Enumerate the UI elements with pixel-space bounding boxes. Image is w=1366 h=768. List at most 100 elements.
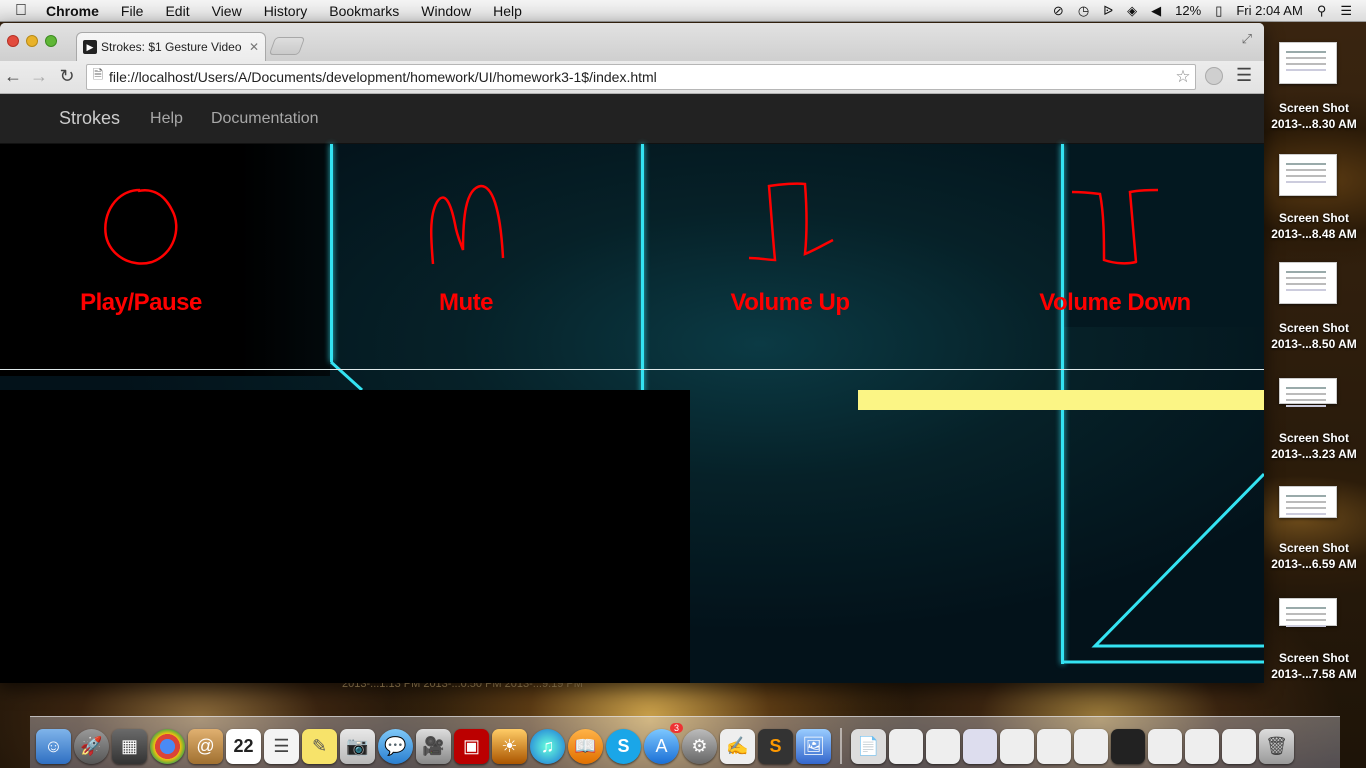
gesture-label-mute: Mute [439,289,494,316]
menu-window[interactable]: Window [410,3,482,19]
spotlight-search-icon[interactable]: ⚲ [1317,3,1327,19]
url-text[interactable]: file://localhost/Users/A/Documents/devel… [109,69,1171,85]
menu-edit[interactable]: Edit [154,3,200,19]
minimized-window-icon[interactable] [1074,729,1108,764]
browser-window: ▶ Strokes: $1 Gesture Video ✕ ⤢ ← → ↻ 🗎 … [0,23,1264,683]
system-preferences-icon[interactable]: ⚙ [682,729,717,764]
browser-toolbar: ← → ↻ 🗎 file://localhost/Users/A/Documen… [0,61,1264,94]
iphoto-icon[interactable]: ☀ [492,729,527,764]
minimized-window-icon[interactable] [1000,729,1034,764]
back-icon[interactable]: ← [2,66,24,87]
fullscreen-icon[interactable]: ⤢ [1242,31,1252,47]
mission-control-icon[interactable]: ▦ [112,729,147,764]
desktop-file-icon[interactable] [1278,42,1338,84]
app-store-icon[interactable]: A3 [644,723,683,764]
volume-icon[interactable]: ◀ [1151,3,1161,19]
mute-gesture-icon [429,184,505,265]
window-close-button[interactable] [7,35,19,47]
window-zoom-button[interactable] [45,35,57,47]
forward-icon[interactable]: → [28,66,50,87]
desktop-file-label[interactable]: Screen Shot 2013-...7.58 AM [1262,650,1366,682]
desktop-file-label[interactable]: Screen Shot 2013-...8.48 AM [1262,210,1366,242]
calendar-icon[interactable]: 22 [226,729,261,764]
window-minimize-button[interactable] [26,35,38,47]
battery-icon[interactable]: ▯ [1215,3,1222,19]
chrome-icon[interactable] [150,729,185,764]
volume-down-gesture-icon [1071,188,1159,265]
minimized-window-icon[interactable] [1111,729,1145,764]
gesture-label-volume-down: Volume Down [1039,289,1191,316]
nav-link-help[interactable]: Help [150,110,183,128]
menu-bookmarks[interactable]: Bookmarks [318,3,410,19]
desktop-file-label[interactable]: Screen Shot 2013-...3.23 AM [1262,430,1366,462]
preview-icon[interactable]: 📷 [340,729,375,764]
minimized-window-icon[interactable] [1037,729,1071,764]
bookmark-star-icon[interactable]: ☆ [1171,67,1195,87]
desktop-file-label[interactable]: Screen Shot 2013-...6.59 AM [1262,540,1366,572]
minimized-window-icon[interactable] [963,729,997,764]
wifi-icon[interactable]: ◈ [1127,3,1137,19]
bluetooth-icon[interactable]: ᐉ [1103,3,1113,19]
minimized-window-icon[interactable] [1185,729,1219,764]
textedit-icon[interactable]: ✍ [720,729,755,764]
navbar-brand[interactable]: Strokes [59,108,120,129]
volume-up-gesture-icon [748,182,834,262]
apple-menu-icon[interactable]:  [0,2,42,20]
desktop-file-icon[interactable] [1278,154,1338,196]
menu-history[interactable]: History [253,3,319,19]
minimized-window-icon[interactable] [889,729,923,764]
menu-file[interactable]: File [110,3,155,19]
tab-favicon-icon: ▶ [83,40,97,54]
desktop-file-label[interactable]: Screen Shot 2013-...8.30 AM [1262,100,1366,132]
sublime-text-icon[interactable]: S [758,729,793,764]
extension-icon[interactable] [1205,67,1223,85]
itunes-icon[interactable]: ♫ [530,729,565,764]
new-tab-button[interactable] [268,37,306,55]
desktop-file-label[interactable]: Screen Shot 2013-...8.50 AM [1262,320,1366,352]
time-machine-icon[interactable]: ◷ [1078,3,1089,19]
tab-close-icon[interactable]: ✕ [249,40,259,54]
battery-percent[interactable]: 12% [1175,3,1201,18]
messages-icon[interactable]: 💬 [378,729,413,764]
notification-center-icon[interactable]: ☰ [1340,3,1352,19]
gesture-label-play-pause: Play/Pause [80,289,202,316]
minimized-window-icon[interactable] [1148,729,1182,764]
clock[interactable]: Fri 2:04 AM [1236,3,1302,18]
divider [0,369,1264,370]
menu-help[interactable]: Help [482,3,533,19]
contacts-icon[interactable]: @ [188,729,223,764]
finder-icon[interactable]: ☺ [36,729,71,764]
app-store-badge: 3 [669,723,683,733]
reminders-icon[interactable]: ☰ [264,729,299,764]
launchpad-icon[interactable]: 🚀 [74,729,109,764]
desktop-file-icon[interactable] [1278,486,1338,518]
address-bar[interactable]: 🗎 file://localhost/Users/A/Documents/dev… [86,64,1196,90]
do-not-disturb-icon[interactable]: ⊘ [1053,3,1064,19]
gesture-label-volume-up: Volume Up [730,289,850,316]
documents-stack-icon[interactable]: 📄 [851,729,886,764]
skype-icon[interactable]: S [606,729,641,764]
preview-photos-icon[interactable]: 🖼 [796,729,831,764]
tab-strip: ▶ Strokes: $1 Gesture Video ✕ ⤢ [0,23,1264,61]
minimized-window-icon[interactable] [1222,729,1256,764]
active-tab[interactable]: ▶ Strokes: $1 Gesture Video ✕ [76,32,266,61]
desktop-file-icon[interactable] [1278,262,1338,304]
tab-title: Strokes: $1 Gesture Video [101,40,242,54]
photo-booth-icon[interactable]: ▣ [454,729,489,764]
stickies-icon[interactable]: ✎ [302,729,337,764]
trash-icon[interactable]: 🗑 [1259,729,1294,764]
menu-view[interactable]: View [201,3,253,19]
gesture-stage[interactable]: Play/Pause Mute Volume Up Volume Down [0,144,1264,683]
video-player[interactable] [0,390,690,683]
desktop-file-icon[interactable] [1278,598,1338,626]
desktop-file-icon[interactable] [1278,378,1338,404]
reload-icon[interactable]: ↻ [56,66,78,87]
minimized-window-icon[interactable] [926,729,960,764]
dock-separator [840,728,842,764]
chrome-menu-icon[interactable]: ☰ [1236,65,1252,86]
facetime-icon[interactable]: 🎥 [416,729,451,764]
menu-chrome[interactable]: Chrome [42,3,110,19]
nav-link-documentation[interactable]: Documentation [211,110,319,128]
progress-bar[interactable] [858,390,1264,410]
ibooks-icon[interactable]: 📖 [568,729,603,764]
